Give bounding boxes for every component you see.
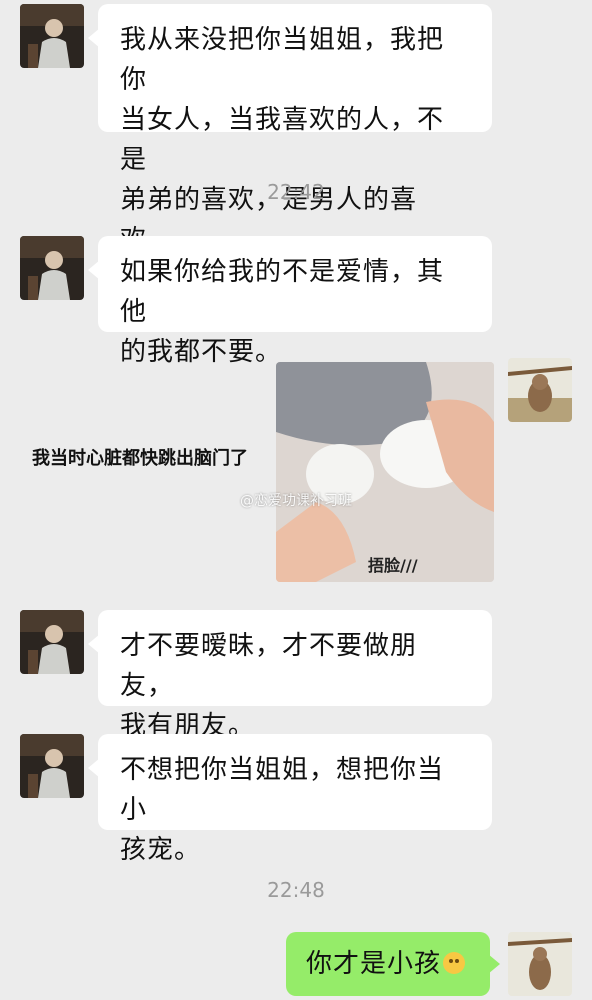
- message-text: 如果你给我的不是爱情，其他 的我都不要。: [120, 257, 445, 367]
- sticker-label: 捂脸///: [368, 556, 418, 575]
- contact-avatar[interactable]: [20, 4, 84, 68]
- message-bubble-2[interactable]: 如果你给我的不是爱情，其他 的我都不要。: [88, 236, 492, 367]
- smile-emoji-icon: [443, 952, 466, 974]
- message-bubble-1[interactable]: 我从来没把你当姐姐，我把你 当女人，当我喜欢的人，不是 弟弟的喜欢，是男人的喜欢…: [88, 4, 492, 255]
- watermark-text: @恋爱功课补习班: [240, 493, 352, 509]
- contact-avatar[interactable]: [20, 610, 84, 674]
- user-avatar[interactable]: [508, 358, 572, 422]
- message-bubble-3[interactable]: 才不要暧昧，才不要做朋友， 我有朋友。: [88, 610, 492, 741]
- chat-window: 我从来没把你当姐姐，我把你 当女人，当我喜欢的人，不是 弟弟的喜欢，是男人的喜欢…: [0, 0, 592, 1000]
- sticker-caption: 我当时心脏都快跳出脑门了: [32, 448, 248, 469]
- message-text: 你才是小孩: [306, 949, 442, 979]
- message-text: 不想把你当姐姐，想把你当小 孩宠。: [120, 755, 445, 865]
- user-avatar[interactable]: [508, 932, 572, 996]
- contact-avatar[interactable]: [20, 734, 84, 798]
- message-text: 我从来没把你当姐姐，我把你 当女人，当我喜欢的人，不是 弟弟的喜欢，是男人的喜欢…: [120, 25, 445, 255]
- message-bubble-4[interactable]: 不想把你当姐姐，想把你当小 孩宠。: [88, 734, 492, 865]
- sticker-image[interactable]: 捂脸///: [276, 362, 494, 582]
- message-text: 才不要暧昧，才不要做朋友， 我有朋友。: [120, 631, 418, 741]
- timestamp: 22:42: [267, 180, 325, 204]
- contact-avatar[interactable]: [20, 236, 84, 300]
- message-bubble-5[interactable]: 你才是小孩: [286, 932, 500, 996]
- timestamp: 22:48: [267, 878, 325, 902]
